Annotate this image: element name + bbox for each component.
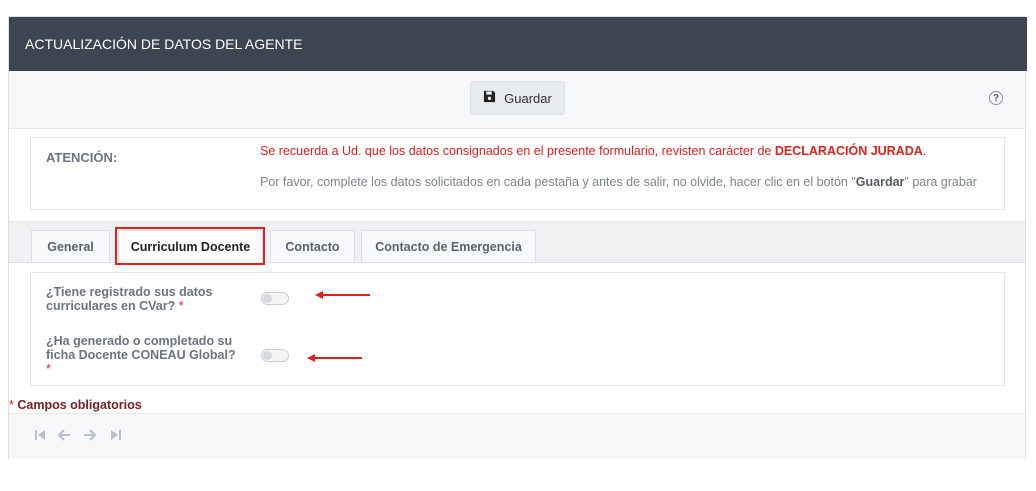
attention-notice: ATENCIÓN: Se recuerda a Ud. que los dato… [30,137,1005,210]
cvar-question-label: ¿Tiene registrado sus datos curriculares… [46,285,256,313]
coneau-toggle[interactable] [261,349,289,362]
toolbar: Guardar ? [9,71,1025,129]
prev-icon[interactable] [57,428,71,442]
instruction-bold: Guardar [855,175,905,189]
panel-header: ACTUALIZACIÓN DE DATOS DEL AGENTE [9,17,1027,71]
annotation-arrow-icon [307,354,362,362]
instruction-end: " para grabar [904,175,977,189]
curriculum-form: ¿Tiene registrado sus datos curriculares… [30,272,1005,386]
wizard-navigation [9,413,1025,459]
annotation-arrow-icon [315,291,370,299]
required-fields-note: * Campos obligatorios [9,398,142,412]
tab-bar: General Curriculum Docente Contacto Cont… [9,221,1025,263]
instruction-text: Por favor, complete los datos solicitado… [260,175,856,189]
toggle-knob [263,351,272,360]
help-icon[interactable]: ? [989,91,1003,105]
required-mark: * [46,362,51,376]
agent-data-panel: ACTUALIZACIÓN DE DATOS DEL AGENTE Guarda… [8,16,1027,459]
first-page-icon[interactable] [33,428,47,442]
notice-label: ATENCIÓN: [46,150,118,165]
required-mark: * [178,299,184,313]
warning-bold: DECLARACIÓN JURADA [774,144,923,158]
page-title: ACTUALIZACIÓN DE DATOS DEL AGENTE [25,36,303,52]
tab-contacto-emergencia[interactable]: Contacto de Emergencia [361,230,536,262]
cvar-toggle[interactable] [261,292,289,305]
tab-general[interactable]: General [31,230,110,262]
last-page-icon[interactable] [109,428,123,442]
required-note-text: Campos obligatorios [13,398,142,412]
coneau-question-label: ¿Ha generado o completado su ficha Docen… [46,334,256,376]
toggle-knob [263,294,272,303]
save-button-label: Guardar [504,90,552,106]
sworn-declaration-warning: Se recuerda a Ud. que los datos consigna… [260,144,926,158]
save-icon [483,90,496,106]
warning-end: . [922,144,927,158]
coneau-question-text: ¿Ha generado o completado su ficha Docen… [46,334,236,362]
save-button[interactable]: Guardar [470,81,565,115]
next-icon[interactable] [83,428,97,442]
save-instruction: Por favor, complete los datos solicitado… [260,175,990,190]
warning-text: Se recuerda a Ud. que los datos consigna… [260,144,775,158]
tab-contacto[interactable]: Contacto [270,230,355,262]
cvar-question-text: ¿Tiene registrado sus datos curriculares… [46,285,213,313]
tab-curriculum-docente[interactable]: Curriculum Docente [118,230,263,263]
